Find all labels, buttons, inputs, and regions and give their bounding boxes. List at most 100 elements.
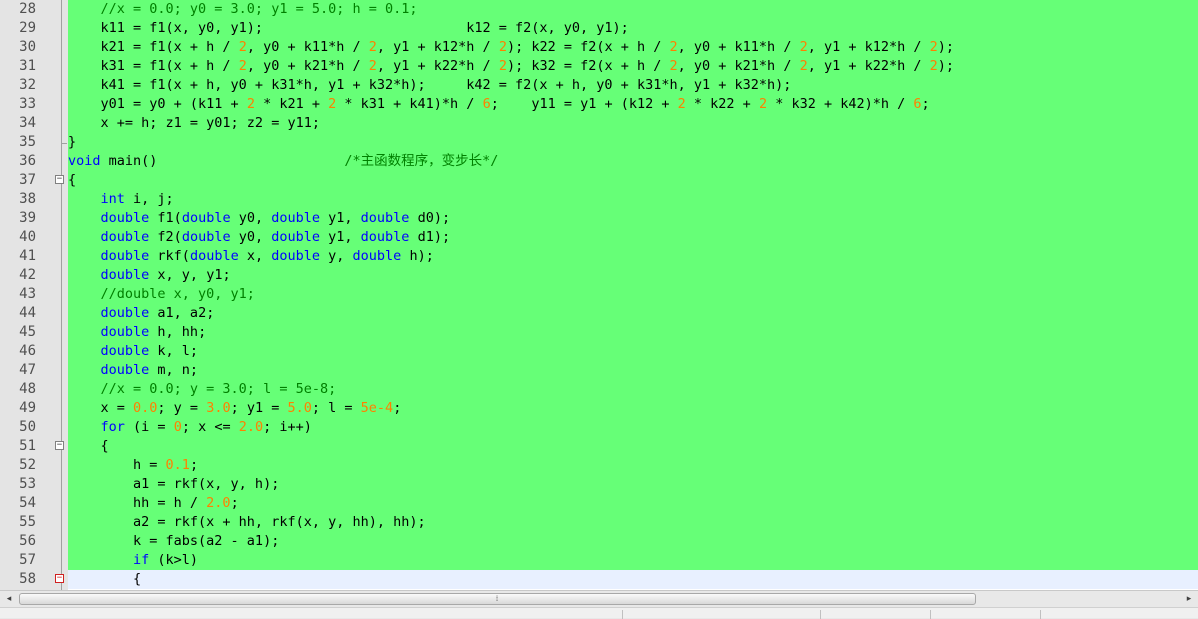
code-text[interactable]: x += h; z1 = y01; z2 = y11;	[68, 114, 1198, 133]
fold-collapse-icon[interactable]: −	[55, 441, 64, 450]
comment-token: /*主函数程序，变步长*/	[344, 153, 499, 169]
code-text[interactable]: {	[68, 570, 1198, 589]
code-line[interactable]: 34 x += h; z1 = y01; z2 = y11;	[0, 114, 1198, 133]
code-text[interactable]: y01 = y0 + (k11 + 2 * k21 + 2 * k31 + k4…	[68, 95, 1198, 114]
code-text[interactable]: }	[68, 133, 1198, 152]
code-token: d0);	[409, 210, 451, 226]
code-line[interactable]: 28 //x = 0.0; y0 = 3.0; y1 = 5.0; h = 0.…	[0, 0, 1198, 19]
code-text[interactable]: double x, y, y1;	[68, 266, 1198, 285]
code-text[interactable]: h = 0.1;	[68, 456, 1198, 475]
code-line[interactable]: 51 − {	[0, 437, 1198, 456]
code-line[interactable]: 36 void main() /*主函数程序，变步长*/	[0, 152, 1198, 171]
code-text[interactable]: double a1, a2;	[68, 304, 1198, 323]
keyword-token: double	[271, 210, 321, 226]
code-line[interactable]: 40 double f2(double y0, double y1, doubl…	[0, 228, 1198, 247]
code-line[interactable]: 56 k = fabs(a2 - a1);	[0, 532, 1198, 551]
code-text[interactable]: a2 = rkf(x + hh, rkf(x, y, hh), hh);	[68, 513, 1198, 532]
fold-collapse-icon[interactable]: −	[55, 175, 64, 184]
line-number: 49	[19, 400, 36, 416]
code-line[interactable]: 42 double x, y, y1;	[0, 266, 1198, 285]
code-text[interactable]: double f2(double y0, double y1, double d…	[68, 228, 1198, 247]
code-line[interactable]: 35}	[0, 133, 1198, 152]
number-token: 2	[246, 96, 255, 112]
code-token: rkf(	[149, 248, 190, 264]
code-line[interactable]: 54 hh = h / 2.0;	[0, 494, 1198, 513]
code-line[interactable]: 50 for (i = 0; x <= 2.0; i++)	[0, 418, 1198, 437]
code-line[interactable]: 48 //x = 0.0; y = 3.0; l = 5e-8;	[0, 380, 1198, 399]
code-token: x =	[68, 400, 134, 416]
code-line[interactable]: 38 int i, j;	[0, 190, 1198, 209]
code-line[interactable]: 41 double rkf(double x, double y, double…	[0, 247, 1198, 266]
code-text[interactable]: {	[68, 437, 1198, 456]
code-line[interactable]: 47 double m, n;	[0, 361, 1198, 380]
code-text[interactable]: k = fabs(a2 - a1);	[68, 532, 1198, 551]
fold-collapse-icon[interactable]: −	[55, 574, 64, 583]
code-text[interactable]: int i, j;	[68, 190, 1198, 209]
code-token: );	[937, 39, 955, 55]
code-line[interactable]: 46 double k, l;	[0, 342, 1198, 361]
number-token: 2	[238, 58, 247, 74]
number-token: 2	[758, 96, 768, 112]
code-text[interactable]: double rkf(double x, double y, double h)…	[68, 247, 1198, 266]
code-line[interactable]: 43 //double x, y0, y1;	[0, 285, 1198, 304]
code-line[interactable]: 33 y01 = y0 + (k11 + 2 * k21 + 2 * k31 +…	[0, 95, 1198, 114]
code-text[interactable]: //x = 0.0; y = 3.0; l = 5e-8;	[68, 380, 1198, 399]
code-token: k, l;	[149, 343, 199, 359]
code-line[interactable]: 31 k31 = f1(x + h / 2, y0 + k21*h / 2, y…	[0, 57, 1198, 76]
code-token: k = fabs(a2 - a1);	[68, 533, 280, 549]
code-line[interactable]: 49 x = 0.0; y = 3.0; y1 = 5.0; l = 5e-4;	[0, 399, 1198, 418]
scroll-right-arrow-icon[interactable]: ▸	[1182, 593, 1196, 606]
code-line[interactable]: 58 − {	[0, 570, 1198, 589]
code-text[interactable]: {	[68, 171, 1198, 190]
code-text[interactable]: k21 = f1(x + h / 2, y0 + k11*h / 2, y1 +…	[68, 38, 1198, 57]
code-line[interactable]: 55 a2 = rkf(x + hh, rkf(x, y, hh), hh);	[0, 513, 1198, 532]
line-number: 56	[19, 533, 36, 549]
line-number: 58	[19, 571, 36, 587]
code-text[interactable]: double f1(double y0, double y1, double d…	[68, 209, 1198, 228]
keyword-token: double	[100, 324, 150, 340]
code-line[interactable]: 44 double a1, a2;	[0, 304, 1198, 323]
number-token: 6	[913, 96, 922, 112]
code-text[interactable]: a1 = rkf(x, y, h);	[68, 475, 1198, 494]
code-line[interactable]: 29 k11 = f1(x, y0, y1); k12 = f2(x, y0, …	[0, 19, 1198, 38]
code-text[interactable]: k11 = f1(x, y0, y1); k12 = f2(x, y0, y1)…	[68, 19, 1198, 38]
code-line[interactable]: 32 k41 = f1(x + h, y0 + k31*h, y1 + k32*…	[0, 76, 1198, 95]
code-line[interactable]: 39 double f1(double y0, double y1, doubl…	[0, 209, 1198, 228]
code-line[interactable]: 52 h = 0.1;	[0, 456, 1198, 475]
code-line[interactable]: 30 k21 = f1(x + h / 2, y0 + k11*h / 2, y…	[0, 38, 1198, 57]
code-text[interactable]: double m, n;	[68, 361, 1198, 380]
keyword-token: for	[100, 419, 125, 435]
code-line[interactable]: 37 −{	[0, 171, 1198, 190]
code-text[interactable]: k31 = f1(x + h / 2, y0 + k21*h / 2, y1 +…	[68, 57, 1198, 76]
code-line[interactable]: 45 double h, hh;	[0, 323, 1198, 342]
line-number: 29	[19, 20, 36, 36]
code-line[interactable]: 57 if (k>l)	[0, 551, 1198, 570]
line-number: 44	[19, 305, 36, 321]
code-token: h, hh;	[149, 324, 207, 340]
code-text[interactable]: double k, l;	[68, 342, 1198, 361]
line-number: 33	[19, 96, 36, 112]
code-text[interactable]: double h, hh;	[68, 323, 1198, 342]
code-text[interactable]: if (k>l)	[68, 551, 1198, 570]
code-editor[interactable]: 28 //x = 0.0; y0 = 3.0; y1 = 5.0; h = 0.…	[0, 0, 1198, 590]
code-token: y,	[320, 248, 353, 264]
code-token: ;	[230, 495, 239, 511]
code-text[interactable]: //double x, y0, y1;	[68, 285, 1198, 304]
code-text[interactable]: hh = h / 2.0;	[68, 494, 1198, 513]
code-text[interactable]: for (i = 0; x <= 2.0; i++)	[68, 418, 1198, 437]
line-number: 57	[19, 552, 36, 568]
line-number: 51	[19, 438, 36, 454]
code-text[interactable]: void main() /*主函数程序，变步长*/	[68, 152, 1198, 171]
code-text[interactable]: //x = 0.0; y0 = 3.0; y1 = 5.0; h = 0.1;	[68, 0, 1198, 19]
scroll-left-arrow-icon[interactable]: ◂	[2, 593, 16, 606]
code-token: h =	[68, 457, 166, 473]
code-text[interactable]: x = 0.0; y = 3.0; y1 = 5.0; l = 5e-4;	[68, 399, 1198, 418]
code-line[interactable]: 53 a1 = rkf(x, y, h);	[0, 475, 1198, 494]
keyword-token: double	[352, 248, 402, 264]
scrollbar-thumb[interactable]: ⁞	[19, 593, 976, 605]
code-text[interactable]: k41 = f1(x + h, y0 + k31*h, y1 + k32*h);…	[68, 76, 1198, 95]
code-token: , y0 + k11*h /	[246, 39, 369, 55]
horizontal-scrollbar[interactable]: ◂ ⁞ ▸	[0, 590, 1198, 607]
